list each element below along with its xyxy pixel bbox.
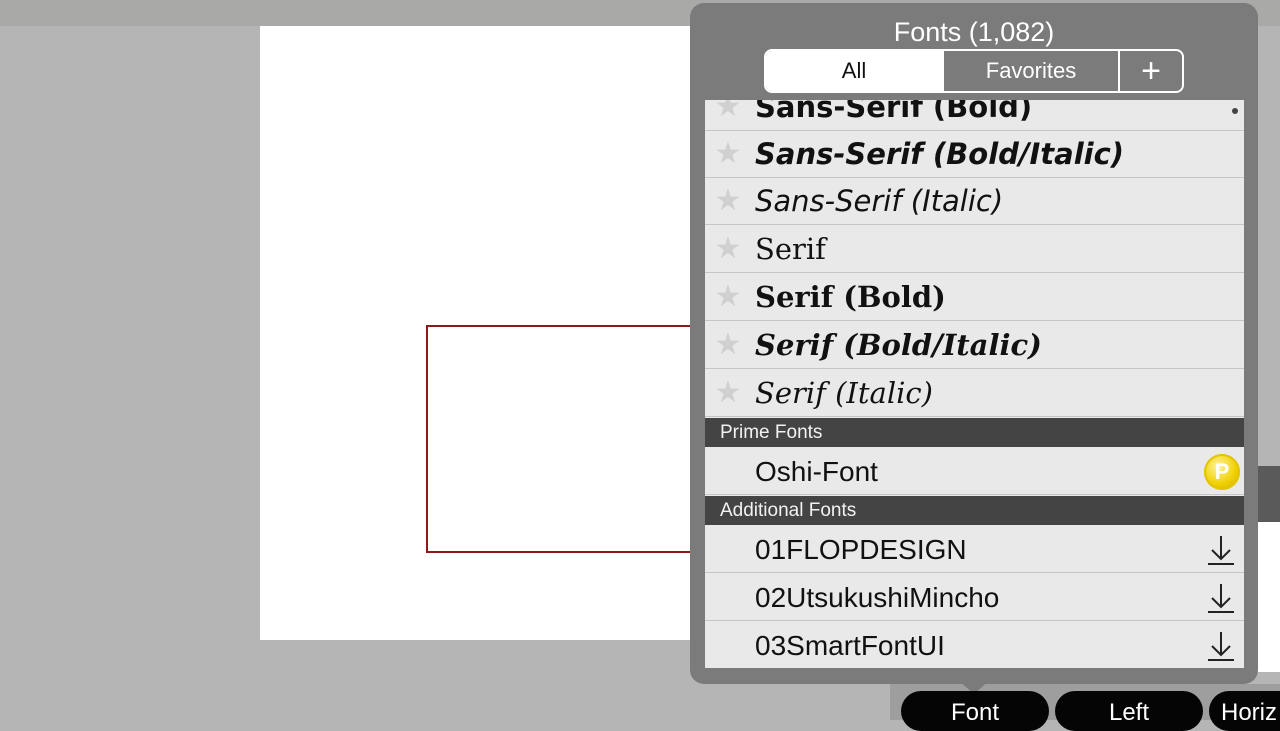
- download-icon[interactable]: [1206, 534, 1236, 566]
- star-icon[interactable]: ★: [713, 186, 743, 216]
- font-name: Sans-Serif (Italic): [755, 184, 1004, 218]
- star-icon[interactable]: ★: [713, 378, 743, 408]
- font-name: Serif (Italic): [755, 376, 933, 410]
- star-icon[interactable]: ★: [713, 100, 743, 122]
- font-row[interactable]: ★ Serif (Bold): [705, 274, 1244, 321]
- font-name: Sans-Serif (Bold): [755, 100, 1033, 124]
- star-icon[interactable]: ★: [713, 330, 743, 360]
- font-row[interactable]: 03SmartFontUI: [705, 622, 1244, 668]
- align-left-button[interactable]: Left: [1055, 691, 1203, 731]
- font-name: Oshi-Font: [755, 456, 878, 487]
- download-icon[interactable]: [1206, 630, 1236, 662]
- panel-title: Fonts (1,082): [893, 17, 1055, 47]
- star-icon[interactable]: ★: [713, 234, 743, 264]
- font-name: 03SmartFontUI: [755, 630, 945, 661]
- horizontal-button[interactable]: Horiz: [1209, 691, 1280, 731]
- font-button[interactable]: Font: [901, 691, 1049, 731]
- star-icon[interactable]: ★: [713, 139, 743, 169]
- font-list[interactable]: ★ Sans-Serif (Bold) ★ Sans-Serif (Bold/I…: [705, 100, 1244, 668]
- section-header-prime: Prime Fonts: [705, 418, 1244, 447]
- font-row[interactable]: ★ Sans-Serif (Italic): [705, 178, 1244, 225]
- font-row[interactable]: ★ Serif (Bold/Italic): [705, 322, 1244, 369]
- font-row[interactable]: 02UtsukushiMincho: [705, 574, 1244, 621]
- scroll-indicator: [1232, 108, 1238, 114]
- font-picker-panel: Fonts (1,082) All Favorites + ★ Sans-Ser…: [690, 3, 1258, 684]
- download-icon[interactable]: [1206, 582, 1236, 614]
- font-row[interactable]: ★ Serif (Italic): [705, 370, 1244, 417]
- tab-all[interactable]: All: [766, 51, 942, 91]
- font-name: Serif (Bold/Italic): [755, 328, 1042, 362]
- font-name: Sans-Serif (Bold/Italic): [755, 137, 1125, 171]
- font-name: Serif (Bold): [755, 280, 946, 314]
- font-name: 01FLOPDESIGN: [755, 534, 967, 565]
- font-row[interactable]: 01FLOPDESIGN: [705, 526, 1244, 573]
- font-row[interactable]: ★ Serif: [705, 226, 1244, 273]
- text-selection-box[interactable]: [426, 325, 716, 553]
- star-icon[interactable]: ★: [713, 282, 743, 312]
- font-name: 02UtsukushiMincho: [755, 582, 1000, 613]
- font-filter-tabs: All Favorites +: [764, 49, 1184, 93]
- font-row[interactable]: ★ Sans-Serif (Bold/Italic): [705, 131, 1244, 178]
- font-name: Serif: [755, 232, 826, 266]
- tab-favorites[interactable]: Favorites: [942, 51, 1118, 91]
- font-row[interactable]: ★ Sans-Serif (Bold): [705, 100, 1244, 131]
- prime-badge-icon: P: [1204, 454, 1240, 490]
- font-row[interactable]: Oshi-Font P: [705, 448, 1244, 495]
- add-font-button[interactable]: +: [1118, 51, 1182, 91]
- section-header-additional: Additional Fonts: [705, 496, 1244, 525]
